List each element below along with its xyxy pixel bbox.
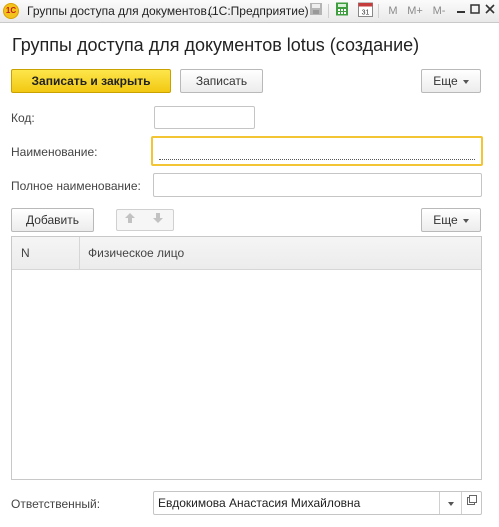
save-icon[interactable] [307, 2, 325, 20]
memory-plus-icon[interactable]: M+ [404, 2, 426, 20]
input-underline [159, 159, 475, 160]
persons-table[interactable]: N Физическое лицо [11, 236, 482, 480]
table-more-label: Еще [433, 213, 458, 227]
open-icon[interactable] [461, 492, 482, 514]
more-actions-button[interactable]: Еще [421, 69, 481, 93]
responsible-label: Ответственный: [11, 497, 101, 511]
memory-m-icon[interactable]: M [384, 2, 402, 20]
calculator-icon[interactable] [333, 2, 351, 20]
calendar-icon[interactable]: 31 [356, 2, 374, 20]
page-title: Группы доступа для документов lotus (соз… [12, 35, 420, 55]
name-label: Наименование: [11, 145, 98, 159]
svg-text:31: 31 [361, 10, 369, 17]
column-header-n[interactable]: N [21, 246, 30, 260]
responsible-value: Евдокимова Анастасия Михайловна [158, 496, 361, 510]
close-icon[interactable] [481, 2, 499, 20]
toolbar-separator [328, 4, 329, 18]
chevron-down-icon [462, 218, 469, 223]
table-header: N Физическое лицо [12, 237, 481, 270]
column-divider [79, 237, 80, 269]
window-app-name: (1С:Предприятие) [208, 4, 309, 18]
code-field[interactable] [154, 106, 255, 129]
move-buttons-group [116, 209, 174, 231]
memory-minus-icon[interactable]: M- [428, 2, 450, 20]
move-up-icon[interactable] [119, 210, 141, 230]
save-button[interactable]: Записать [180, 69, 263, 93]
add-row-button[interactable]: Добавить [11, 208, 94, 232]
name-field[interactable] [151, 136, 483, 166]
chevron-down-icon [462, 79, 469, 84]
save-and-close-button[interactable]: Записать и закрыть [11, 69, 171, 93]
window-titlebar: 1С Группы доступа для документов... (1С:… [0, 0, 499, 23]
chevron-down-icon [448, 501, 454, 506]
column-header-person[interactable]: Физическое лицо [88, 246, 184, 260]
full-name-field[interactable] [153, 173, 482, 197]
toolbar-separator [378, 4, 379, 18]
code-label: Код: [11, 111, 35, 125]
responsible-dropdown-button[interactable] [439, 492, 462, 514]
window-title: Группы доступа для документов... [27, 4, 217, 18]
app-logo-icon: 1С [3, 3, 19, 19]
responsible-field[interactable]: Евдокимова Анастасия Михайловна [153, 491, 482, 515]
table-more-button[interactable]: Еще [421, 208, 481, 232]
full-name-label: Полное наименование: [11, 179, 141, 193]
move-down-icon[interactable] [147, 210, 169, 230]
more-actions-label: Еще [433, 74, 458, 88]
